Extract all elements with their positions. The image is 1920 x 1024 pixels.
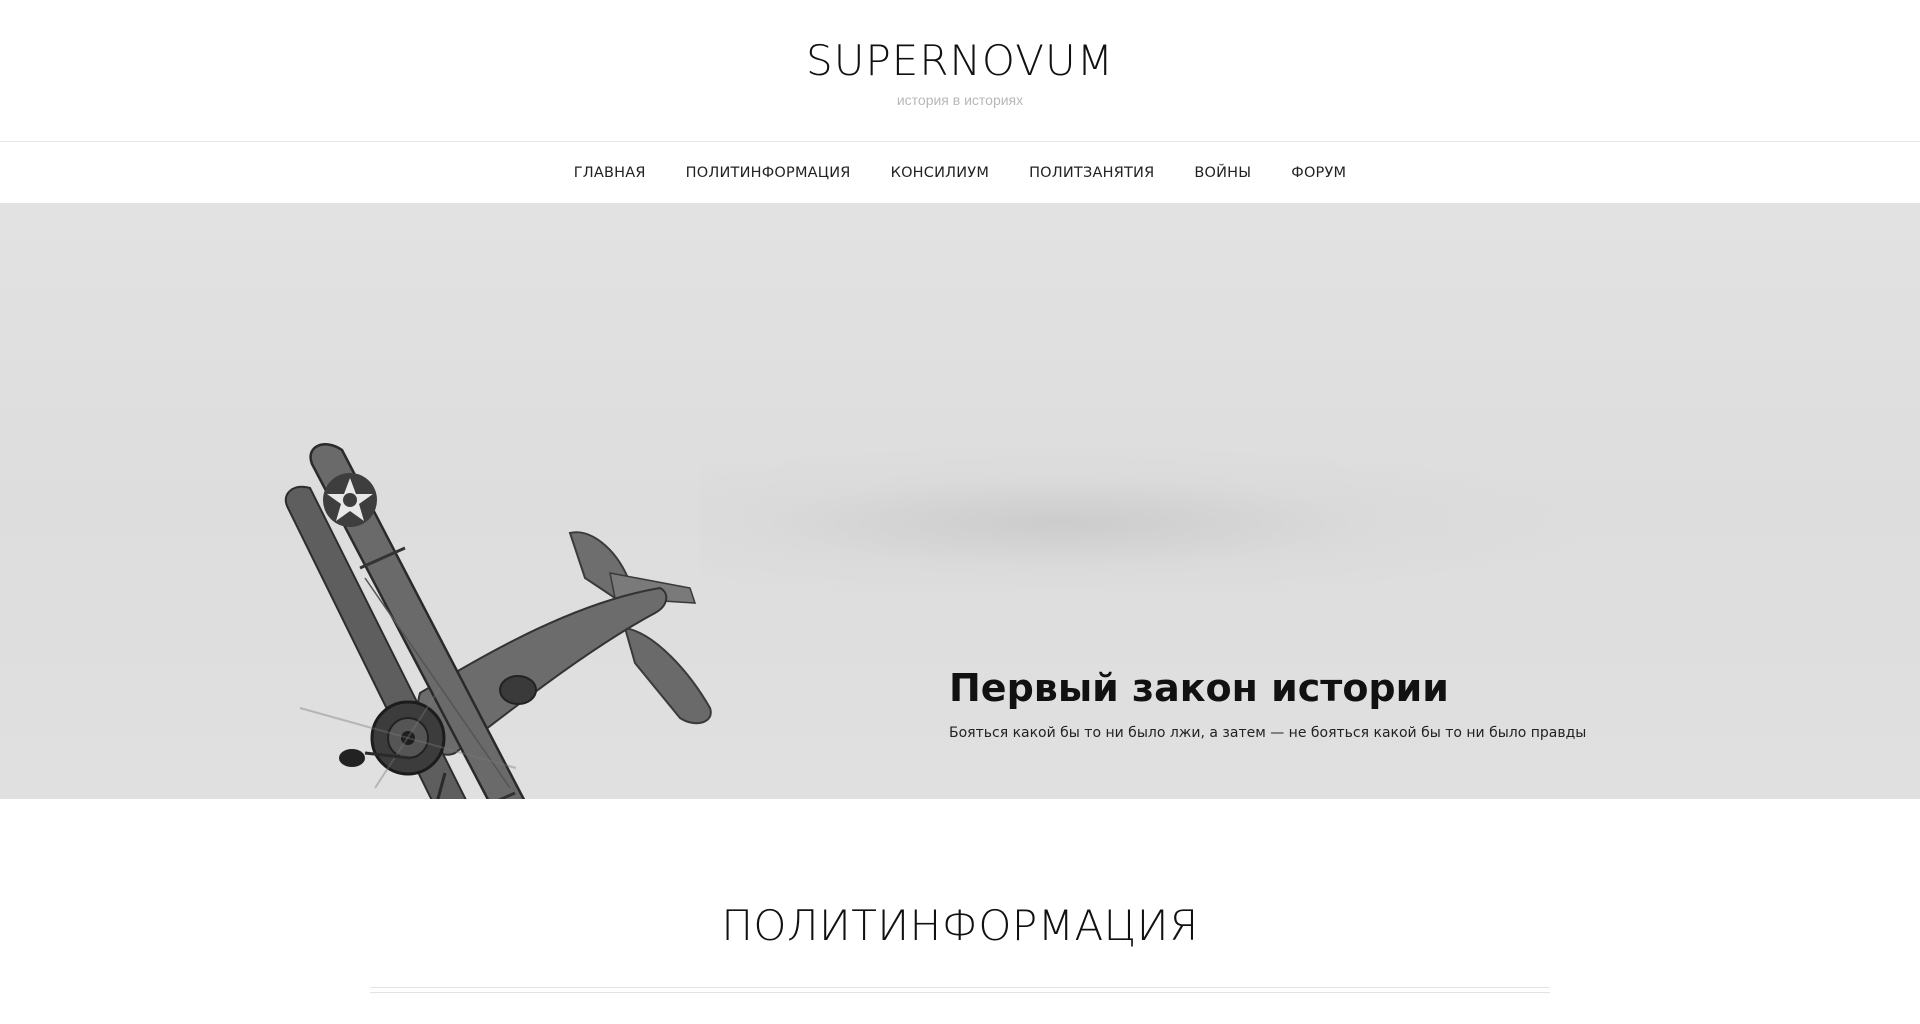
nav-item-konsilium[interactable]: КОНСИЛИУМ	[871, 165, 1009, 181]
smoke-trail	[700, 443, 1600, 603]
hero-text-block: Первый закон истории Бояться какой бы то…	[949, 666, 1649, 741]
hero-banner: Первый закон истории Бояться какой бы то…	[0, 203, 1920, 799]
nav-item-forum[interactable]: ФОРУМ	[1271, 165, 1366, 181]
section-divider	[370, 987, 1550, 993]
nav-item-home[interactable]: ГЛАВНАЯ	[554, 165, 666, 181]
main-nav: ГЛАВНАЯ ПОЛИТИНФОРМАЦИЯ КОНСИЛИУМ ПОЛИТЗ…	[0, 142, 1920, 203]
nav-item-voiny[interactable]: ВОЙНЫ	[1174, 165, 1271, 181]
section-title: ПОЛИТИНФОРМАЦИЯ	[721, 901, 1199, 950]
wing-roundel-top	[323, 473, 377, 527]
nav-item-politzanyatiya[interactable]: ПОЛИТЗАНЯТИЯ	[1009, 165, 1174, 181]
site-tagline: история в историях	[896, 92, 1024, 108]
nav-item-politinformatsiya[interactable]: ПОЛИТИНФОРМАЦИЯ	[666, 165, 871, 181]
site-title[interactable]: SUPERNOVUM	[0, 36, 1920, 85]
hero-subtitle: Бояться какой бы то ни было лжи, а затем…	[949, 724, 1587, 741]
politinformatsiya-section: ПОЛИТИНФОРМАЦИЯ	[0, 799, 1920, 1024]
hero-title[interactable]: Первый закон истории	[949, 666, 1649, 711]
cockpit	[499, 675, 537, 705]
biplane-image	[284, 443, 712, 799]
site-header: SUPERNOVUM история в историях	[0, 0, 1920, 141]
